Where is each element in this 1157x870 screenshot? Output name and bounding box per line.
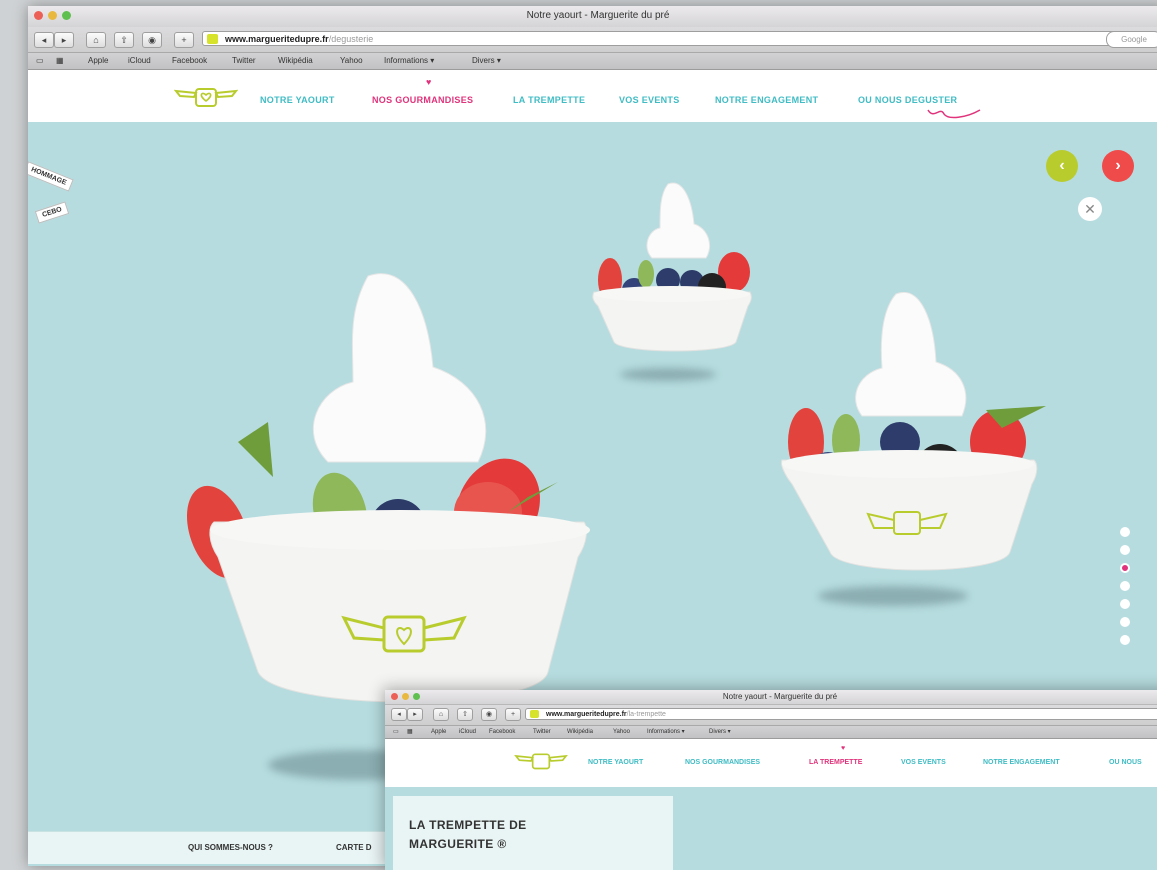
inset-globe-icon[interactable]: ◉ <box>481 708 497 721</box>
slide-dot-5[interactable] <box>1120 599 1130 609</box>
inset-site-navigation: NOTRE YAOURT NOS GOURMANDISES ♥ LA TREMP… <box>385 739 1157 787</box>
globe-icon[interactable]: ◉ <box>142 32 162 48</box>
inset-nav-la-trempette[interactable]: LA TREMPETTE <box>809 759 862 766</box>
inset-nav-vos-events[interactable]: VOS EVENTS <box>901 759 946 766</box>
frozen-yogurt-cup-small <box>592 182 752 352</box>
inset-brand-logo-icon[interactable] <box>513 751 569 771</box>
inset-minimize-window-button[interactable] <box>402 693 409 700</box>
inset-bookmark-twitter[interactable]: Twitter <box>533 726 551 738</box>
side-tag-cebo[interactable]: CEBO <box>34 201 70 224</box>
bookmark-facebook[interactable]: Facebook <box>172 53 207 69</box>
slide-dot-1[interactable] <box>1120 527 1130 537</box>
inset-toolbar: ◂ ▸ ⌂ ⇧ ◉ + www.margueritedupre.fr/la-tr… <box>385 705 1157 726</box>
trempette-panel: LA TREMPETTE DE MARGUERITE ® <box>393 796 673 870</box>
bookmark-divers[interactable]: Divers ▾ <box>472 53 501 69</box>
inset-address-bar[interactable]: www.margueritedupre.fr/la-trempette <box>525 708 1157 720</box>
url-path: /degusterie <box>328 34 374 44</box>
inset-reading-list-icon[interactable]: ▭ <box>393 726 399 738</box>
inset-bookmark-divers[interactable]: Divers ▾ <box>709 726 731 738</box>
footer-link-carte[interactable]: CARTE D <box>336 832 372 864</box>
side-tag-hommage[interactable]: HOMMAGE <box>28 161 74 192</box>
search-input[interactable]: Google <box>1106 31 1157 48</box>
site-navigation: NOTRE YAOURT ♥ NOS GOURMANDISES LA TREMP… <box>28 70 1157 122</box>
inset-nav-notre-yaourt[interactable]: NOTRE YAOURT <box>588 759 643 766</box>
brand-logo-icon[interactable] <box>174 85 238 109</box>
share-icon[interactable]: ⇧ <box>114 32 134 48</box>
inset-window-title: Notre yaourt - Marguerite du pré <box>722 692 838 701</box>
address-bar[interactable]: www.margueritedupre.fr/degusterie <box>202 31 1132 46</box>
inset-window-controls <box>391 693 420 700</box>
frozen-yogurt-cup-medium <box>781 292 1046 571</box>
forward-button[interactable]: ▸ <box>54 32 74 48</box>
add-icon[interactable]: + <box>174 32 194 48</box>
next-slide-button[interactable]: › <box>1102 150 1134 182</box>
slide-dot-3[interactable] <box>1120 563 1130 573</box>
inset-nav-ou-nous[interactable]: OU NOUS <box>1109 759 1142 766</box>
inset-url-domain: www.margueritedupre.fr <box>546 711 627 718</box>
active-heart-icon: ♥ <box>426 77 432 87</box>
footer-link-qui-sommes-nous[interactable]: QUI SOMMES-NOUS ? <box>188 832 273 864</box>
inset-forward-button[interactable]: ▸ <box>407 708 423 721</box>
slide-dot-6[interactable] <box>1120 617 1130 627</box>
inset-bookmark-apple[interactable]: Apple <box>431 726 446 738</box>
nav-nos-gourmandises[interactable]: NOS GOURMANDISES <box>372 95 473 105</box>
bookmarks-bar: ▭ ▦ Apple iCloud Facebook Twitter Wikipé… <box>28 53 1157 70</box>
slide-indicator <box>1120 527 1130 653</box>
slide-dot-4[interactable] <box>1120 581 1130 591</box>
bookmark-wikipedia[interactable]: Wikipédia <box>278 53 313 69</box>
nav-la-trempette[interactable]: LA TREMPETTE <box>513 95 585 105</box>
slide-dot-2[interactable] <box>1120 545 1130 555</box>
close-icon[interactable]: ✕ <box>1078 197 1102 221</box>
title-bar: Notre yaourt - Marguerite du pré <box>28 6 1157 28</box>
bookmark-yahoo[interactable]: Yahoo <box>340 53 363 69</box>
inset-close-window-button[interactable] <box>391 693 398 700</box>
trempette-heading-line-1: LA TREMPETTE DE <box>409 818 527 832</box>
prev-slide-button[interactable]: ‹ <box>1046 150 1078 182</box>
inset-favicon-icon <box>530 710 539 718</box>
cup-shadow-small <box>620 368 716 381</box>
site-favicon-icon <box>207 34 218 44</box>
inset-back-button[interactable]: ◂ <box>391 708 407 721</box>
home-icon[interactable]: ⌂ <box>86 32 106 48</box>
inset-bookmarks-bar: ▭ ▦ Apple iCloud Facebook Twitter Wikipé… <box>385 726 1157 739</box>
inset-zoom-window-button[interactable] <box>413 693 420 700</box>
bookmarks-grid-icon[interactable]: ▦ <box>56 53 64 69</box>
inset-bookmark-wikipedia[interactable]: Wikipédia <box>567 726 593 738</box>
trempette-heading-line-2: MARGUERITE ® <box>409 837 507 851</box>
inset-bookmark-facebook[interactable]: Facebook <box>489 726 515 738</box>
cup-shadow-medium <box>818 586 968 606</box>
nav-notre-yaourt[interactable]: NOTRE YAOURT <box>260 95 335 105</box>
nav-ou-nous-deguster[interactable]: OU NOUS DEGUSTER <box>858 95 957 105</box>
bookmark-icloud[interactable]: iCloud <box>128 53 151 69</box>
inset-bookmarks-grid-icon[interactable]: ▦ <box>407 726 413 738</box>
bookmark-twitter[interactable]: Twitter <box>232 53 256 69</box>
back-button[interactable]: ◂ <box>34 32 54 48</box>
inset-nav-notre-engagement[interactable]: NOTRE ENGAGEMENT <box>983 759 1060 766</box>
inset-active-heart-icon: ♥ <box>841 745 846 752</box>
inset-nav-nos-gourmandises[interactable]: NOS GOURMANDISES <box>685 759 760 766</box>
inset-home-icon[interactable]: ⌂ <box>433 708 449 721</box>
inset-bookmark-yahoo[interactable]: Yahoo <box>613 726 630 738</box>
squiggle-icon <box>927 109 981 119</box>
inset-add-icon[interactable]: + <box>505 708 521 721</box>
bookmark-informations[interactable]: Informations ▾ <box>384 53 434 69</box>
slide-dot-7[interactable] <box>1120 635 1130 645</box>
url-domain: www.margueritedupre.fr <box>225 34 329 44</box>
bookmark-apple[interactable]: Apple <box>88 53 108 69</box>
window-title: Notre yaourt - Marguerite du pré <box>526 10 670 21</box>
inset-share-icon[interactable]: ⇧ <box>457 708 473 721</box>
nav-vos-events[interactable]: VOS EVENTS <box>619 95 680 105</box>
frozen-yogurt-cup-large <box>186 273 590 703</box>
browser-toolbar: ◂ ▸ ⌂ ⇧ ◉ + www.margueritedupre.fr/degus… <box>28 27 1157 53</box>
reading-list-icon[interactable]: ▭ <box>36 53 44 69</box>
inset-bookmark-icloud[interactable]: iCloud <box>459 726 476 738</box>
inset-title-bar: Notre yaourt - Marguerite du pré <box>385 690 1157 705</box>
inset-bookmark-informations[interactable]: Informations ▾ <box>647 726 685 738</box>
inset-browser-window: Notre yaourt - Marguerite du pré ◂ ▸ ⌂ ⇧… <box>385 690 1157 870</box>
inset-url-path: /la-trempette <box>626 711 666 718</box>
nav-notre-engagement[interactable]: NOTRE ENGAGEMENT <box>715 95 818 105</box>
trempette-heading: LA TREMPETTE DE MARGUERITE ® <box>409 816 527 854</box>
